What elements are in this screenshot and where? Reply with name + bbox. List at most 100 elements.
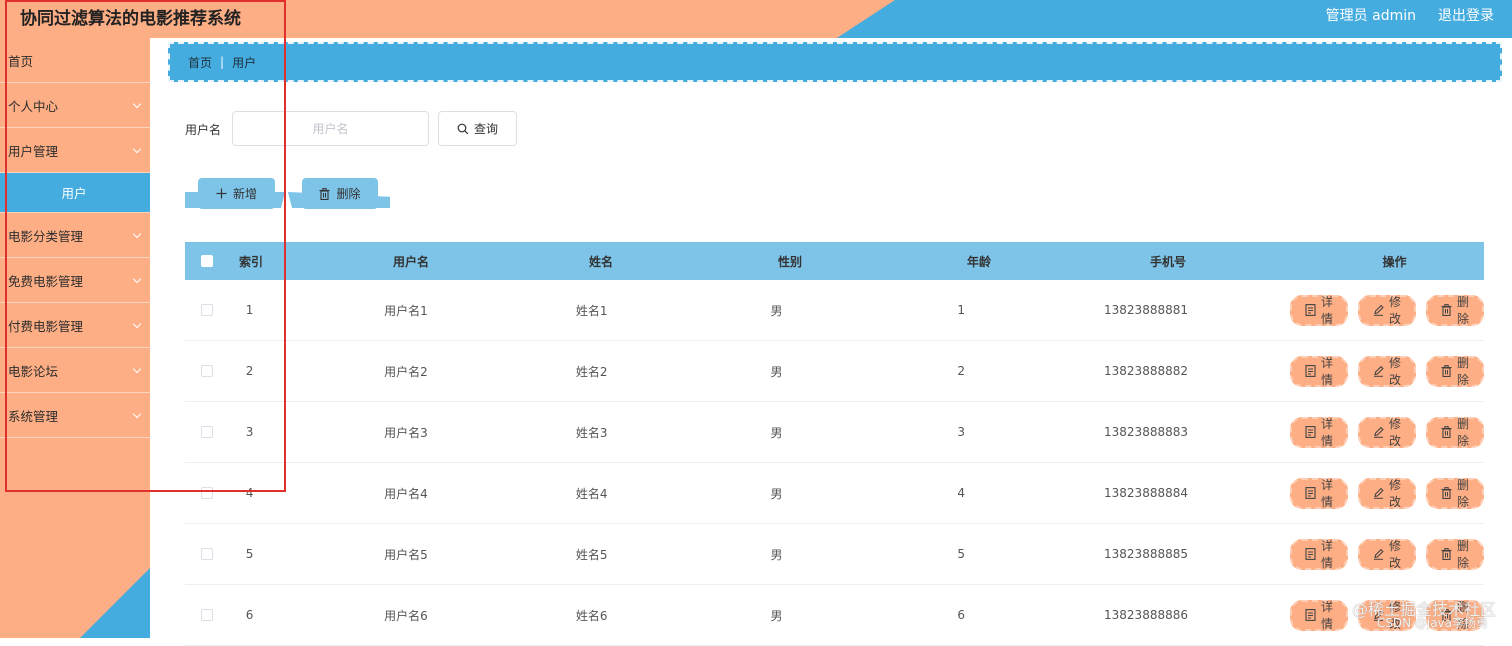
logout-button[interactable]: 退出登录 [1438, 5, 1494, 25]
cell-operations: 详情 修改 删除 [1280, 355, 1484, 387]
table-row: 1 用户名1 姓名1 男 1 13823888881 详情 修改 删除 [185, 280, 1484, 341]
edit-icon [1373, 548, 1384, 560]
sidebar-item-label: 系统管理 [8, 408, 59, 424]
row-checkbox[interactable] [200, 304, 213, 316]
trash-icon [1441, 487, 1452, 499]
document-icon [1305, 548, 1316, 560]
document-icon [1305, 487, 1316, 499]
cell-name: 姓名6 [575, 608, 608, 623]
select-all-cell [185, 255, 229, 267]
breadcrumb-home[interactable]: 首页 [188, 54, 212, 71]
sidebar-item-label: 电影论坛 [8, 363, 59, 379]
row-checkbox[interactable] [200, 426, 213, 438]
edit-button[interactable]: 修改 [1357, 294, 1416, 326]
cell-username: 用户名1 [384, 303, 428, 318]
detail-button[interactable]: 详情 [1289, 599, 1348, 631]
edit-button[interactable]: 修改 [1357, 355, 1416, 387]
detail-button[interactable]: 详情 [1289, 294, 1348, 326]
sidebar-item-label: 首页 [8, 53, 34, 69]
detail-button-label: 详情 [1320, 539, 1333, 570]
watermark-csdn: CSDN @java李杨勇 [1376, 616, 1488, 630]
row-delete-button[interactable]: 删除 [1425, 477, 1484, 509]
query-button[interactable]: 查询 [438, 111, 517, 146]
column-header-operations: 操作 [1382, 254, 1407, 269]
row-checkbox[interactable] [200, 487, 213, 499]
edit-button[interactable]: 修改 [1357, 477, 1416, 509]
cell-phone: 13823888884 [1104, 486, 1188, 500]
cell-name: 姓名2 [575, 364, 608, 379]
add-button-label: 新增 [232, 187, 257, 201]
row-select-cell [185, 548, 228, 560]
cell-username: 用户名6 [384, 608, 428, 623]
row-checkbox[interactable] [200, 609, 213, 621]
column-header-age: 年龄 [966, 254, 991, 269]
edit-icon [1373, 487, 1384, 499]
sidebar-item-2[interactable]: 用户管理 [0, 128, 150, 173]
table-row: 4 用户名4 姓名4 男 4 13823888884 详情 修改 删除 [185, 463, 1484, 524]
row-checkbox[interactable] [200, 548, 213, 560]
row-checkbox[interactable] [200, 365, 213, 377]
row-delete-button[interactable]: 删除 [1425, 294, 1484, 326]
edit-button[interactable]: 修改 [1357, 538, 1416, 570]
edit-icon [1373, 304, 1384, 316]
cell-name: 姓名1 [575, 303, 608, 318]
cell-age: 5 [957, 547, 966, 561]
detail-button[interactable]: 详情 [1289, 538, 1348, 570]
cell-age: 4 [957, 486, 966, 500]
row-delete-button-label: 删除 [1456, 417, 1469, 448]
search-icon [457, 123, 469, 135]
cell-gender: 男 [770, 608, 783, 623]
detail-button-label: 详情 [1320, 600, 1333, 631]
detail-button-label: 详情 [1320, 295, 1333, 326]
sidebar-item-1[interactable]: 个人中心 [0, 83, 150, 128]
edit-icon [1373, 426, 1384, 438]
column-header-username: 用户名 [392, 254, 429, 269]
edit-icon [1373, 365, 1384, 377]
cell-operations: 详情 修改 删除 [1280, 416, 1484, 448]
cell-username: 用户名4 [384, 486, 428, 501]
sidebar-item-label: 付费电影管理 [8, 318, 84, 334]
table-body: 1 用户名1 姓名1 男 1 13823888881 详情 修改 删除 2 用户名2 姓名2 男 2 138… [185, 280, 1484, 646]
detail-button-label: 详情 [1320, 356, 1333, 387]
row-select-cell [185, 365, 228, 377]
select-all-checkbox[interactable] [201, 255, 213, 267]
sidebar-menu: 首页个人中心用户管理 用户 电影分类管理免费电影管理 付费电影管理 电影论坛系统管理 [0, 38, 150, 438]
add-button[interactable]: 新增 [198, 178, 275, 209]
sidebar-item-6[interactable]: 付费电影管理 [0, 303, 150, 348]
cell-gender: 男 [770, 303, 783, 318]
detail-button[interactable]: 详情 [1289, 355, 1348, 387]
cell-name: 姓名5 [575, 547, 608, 562]
sidebar-item-0[interactable]: 首页 [0, 38, 150, 83]
cell-gender: 男 [770, 486, 783, 501]
batch-delete-button-label: 删除 [336, 187, 361, 201]
detail-button[interactable]: 详情 [1289, 416, 1348, 448]
cell-name: 姓名4 [575, 486, 608, 501]
header-user-area: 管理员 admin 退出登录 [1326, 5, 1494, 25]
batch-delete-button[interactable]: 删除 [302, 178, 378, 209]
sidebar-item-3[interactable]: 用户 [0, 173, 150, 213]
cell-phone: 13823888886 [1104, 608, 1188, 622]
chevron-down-icon [132, 99, 142, 108]
sidebar-item-4[interactable]: 电影分类管理 [0, 213, 150, 258]
row-delete-button[interactable]: 删除 [1425, 416, 1484, 448]
trash-icon [1441, 426, 1452, 438]
column-header-phone: 手机号 [1149, 254, 1186, 269]
column-header-gender: 性别 [777, 254, 802, 269]
row-delete-button[interactable]: 删除 [1425, 355, 1484, 387]
detail-button[interactable]: 详情 [1289, 477, 1348, 509]
document-icon [1305, 426, 1316, 438]
edit-button-label: 修改 [1388, 417, 1401, 448]
sidebar-item-8[interactable]: 系统管理 [0, 393, 150, 438]
cell-gender: 男 [770, 364, 783, 379]
sidebar-item-7[interactable]: 电影论坛 [0, 348, 150, 393]
sidebar-item-label: 个人中心 [8, 98, 59, 114]
cell-gender: 男 [770, 425, 783, 440]
username-search-input[interactable] [232, 111, 429, 146]
table-row: 5 用户名5 姓名5 男 5 13823888885 详情 修改 删除 [185, 524, 1484, 585]
sidebar-item-5[interactable]: 免费电影管理 [0, 258, 150, 303]
edit-button[interactable]: 修改 [1357, 416, 1416, 448]
sidebar-item-label: 免费电影管理 [8, 273, 84, 289]
cell-phone: 13823888883 [1104, 425, 1188, 439]
row-delete-button[interactable]: 删除 [1425, 538, 1484, 570]
cell-phone: 13823888885 [1104, 547, 1188, 561]
